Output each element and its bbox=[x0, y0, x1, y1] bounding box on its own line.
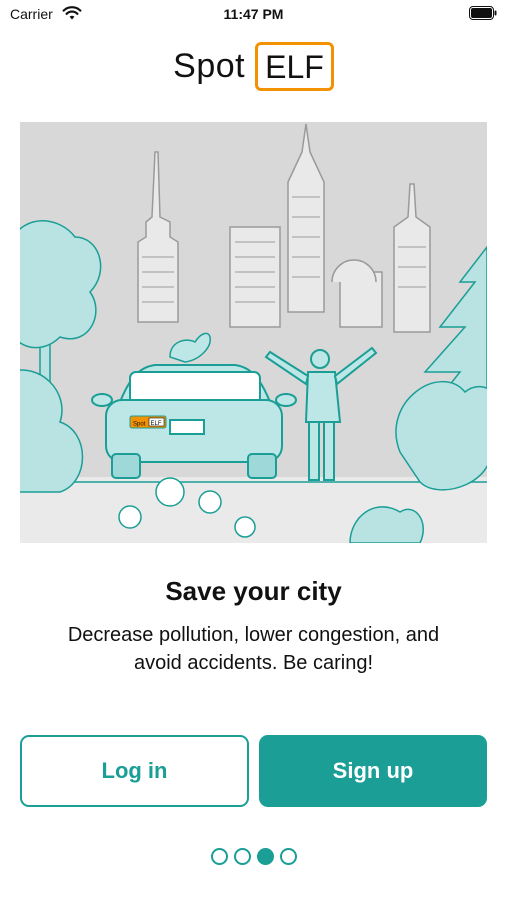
battery-icon bbox=[469, 6, 497, 20]
onboarding-description: Decrease pollution, lower congestion, an… bbox=[67, 624, 440, 674]
logo-word: Spot bbox=[173, 47, 246, 85]
logo-boxed-word: ELF bbox=[255, 42, 334, 91]
onboarding-title: Save your city bbox=[165, 576, 342, 606]
page-dot-3[interactable] bbox=[256, 848, 274, 865]
login-button[interactable]: Log in bbox=[20, 735, 249, 807]
signup-button[interactable]: Sign up bbox=[259, 735, 487, 807]
clock: 11:47 PM bbox=[223, 6, 284, 22]
app-logo: Spot ELF bbox=[0, 42, 507, 91]
page-dot-4[interactable] bbox=[279, 848, 297, 865]
city-illustration: Spot ELF bbox=[20, 122, 487, 543]
page-dot-2[interactable] bbox=[233, 848, 251, 865]
page-dot-1[interactable] bbox=[210, 848, 228, 865]
status-bar: Carrier 11:47 PM bbox=[0, 0, 507, 30]
city-scene-graphic: Spot ELF bbox=[20, 122, 487, 543]
page-indicator bbox=[0, 848, 507, 865]
bumper-logo-boxed: ELF bbox=[151, 421, 162, 427]
bumper-logo-word: Spot bbox=[133, 422, 146, 428]
